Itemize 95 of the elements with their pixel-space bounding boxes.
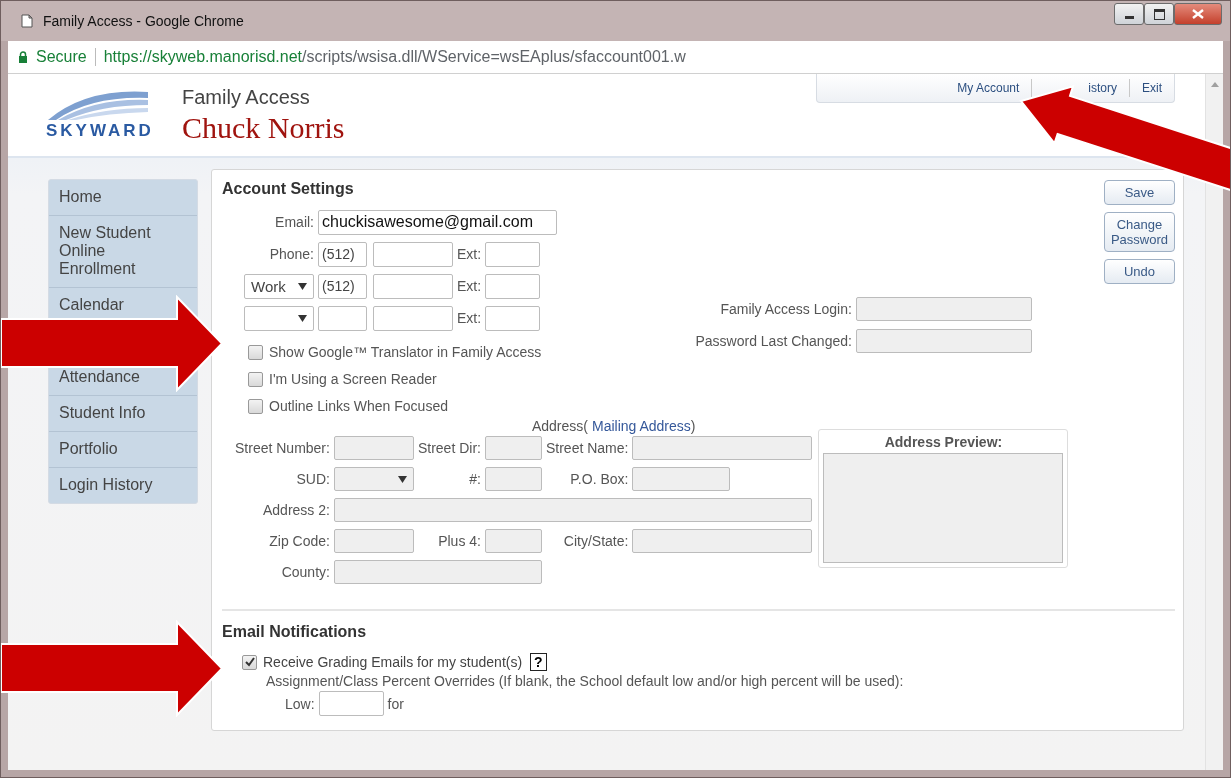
close-button[interactable] [1174, 3, 1222, 25]
field-label: Email: [274, 214, 314, 230]
input-field[interactable] [484, 529, 542, 553]
field-label: Family Access Login: [720, 301, 852, 317]
window-title: Family Access - Google Chrome [43, 13, 245, 29]
sidebar-link[interactable]: Attendance [59, 368, 140, 386]
field-label: Zip Code: [268, 533, 330, 549]
field-label: for [387, 695, 404, 712]
input-field[interactable] [484, 436, 542, 460]
checkbox[interactable] [242, 654, 257, 670]
url-text[interactable]: https://skyweb.manorisd.net/scripts/wsisa.dll/WService=wsEAplus/sfaccount001.w [103, 48, 686, 66]
input-field[interactable] [333, 498, 813, 522]
field-label: Street Number: [235, 440, 330, 456]
dropdown[interactable]: Work [244, 273, 314, 299]
action-button[interactable]: Change Password [1103, 212, 1175, 252]
area-code-field[interactable] [318, 305, 367, 331]
sidebar-link[interactable]: Login History [59, 476, 153, 494]
input-field[interactable] [333, 529, 414, 553]
app-name: Family Access [182, 86, 311, 109]
secure-label: Secure [36, 48, 87, 66]
checkbox[interactable] [248, 344, 263, 360]
dropdown[interactable] [333, 467, 414, 491]
caret-icon [397, 475, 407, 483]
checkbox[interactable] [248, 398, 263, 414]
section-title: Account Settings [222, 180, 355, 198]
read-only-field[interactable] [855, 297, 1032, 321]
sidebar-link[interactable]: New Student Online Enrollment [59, 224, 157, 278]
checkbox-label: I'm Using a Screen Reader [269, 371, 437, 387]
field-label: Phone: [268, 246, 314, 262]
email-field[interactable]: chuckisawesome@gmail.com [318, 209, 557, 235]
input-field[interactable] [484, 467, 542, 491]
percent-field[interactable] [318, 691, 384, 716]
sidebar-link[interactable]: Home [59, 188, 102, 206]
field-label: County: [280, 564, 330, 580]
section-label: Address [531, 418, 584, 434]
nav-link[interactable]: istory [1088, 81, 1117, 95]
user-name: Chuck Norris [182, 111, 345, 145]
close-icon [1192, 9, 1204, 19]
action-button[interactable]: Undo [1103, 259, 1175, 284]
field-label: P.O. Box: [569, 471, 629, 487]
caret-icon [298, 314, 307, 322]
checkbox-label: Show Google™ Translator in Family Access [269, 344, 542, 360]
checkbox-label: Outline Links When Focused [269, 398, 448, 414]
extension-field[interactable] [485, 273, 541, 299]
nav-link[interactable]: My Account [957, 81, 1020, 95]
phone-field[interactable] [373, 241, 453, 267]
checkbox[interactable] [248, 371, 263, 387]
scrollbar[interactable] [1205, 74, 1223, 770]
help-button[interactable]: ? [530, 653, 547, 671]
field-label: City/State: [562, 533, 629, 549]
minimize-button[interactable] [1114, 3, 1144, 25]
input-field[interactable] [632, 436, 813, 460]
area-code-field[interactable]: (512) [318, 241, 367, 267]
checkbox-label: Receive Grading Emails for my student(s) [263, 654, 523, 670]
preview-title: Address Preview: [883, 434, 1004, 450]
minimize-icon [1124, 16, 1134, 19]
scroll-up-icon [1210, 82, 1219, 87]
extension-field[interactable] [485, 241, 541, 267]
field-label: Ext: [457, 310, 482, 326]
maximize-button[interactable] [1144, 3, 1174, 25]
logo-text: SKYWARD [46, 121, 154, 141]
bracket: ) [690, 418, 696, 434]
field-label: Street Name: [545, 440, 629, 456]
extension-field[interactable] [485, 305, 541, 331]
nav-link[interactable]: Exit [1142, 81, 1162, 95]
sidebar-link[interactable]: Portfolio [59, 440, 118, 458]
field-label: SUD: [295, 471, 330, 487]
field-label: #: [468, 471, 481, 487]
input-field[interactable] [632, 467, 731, 491]
phone-field[interactable] [373, 273, 453, 299]
input-field[interactable] [333, 560, 542, 584]
field-label: Plus 4: [437, 533, 481, 549]
phone-field[interactable] [373, 305, 453, 331]
area-code-field[interactable]: (512) [318, 273, 367, 299]
override-note: Assignment/Class Percent Overrides (If blank, the School default low and/or high percent will be used): [266, 673, 905, 689]
lock-icon [18, 51, 28, 63]
field-label: Ext: [457, 246, 482, 262]
read-only-field[interactable] [855, 329, 1032, 353]
action-button[interactable]: Save [1103, 180, 1175, 205]
field-label: Password Last Changed: [695, 333, 852, 349]
sidebar-link[interactable]: Student Info [59, 404, 146, 422]
section-title: Email Notifications [222, 623, 368, 641]
maximize-icon [1153, 8, 1165, 20]
sidebar-link[interactable]: Calendar [59, 296, 124, 314]
page-icon [21, 14, 33, 28]
input-field[interactable] [333, 436, 414, 460]
dropdown[interactable] [244, 305, 314, 331]
field-label: Ext: [457, 278, 482, 294]
field-label: Low: [285, 695, 315, 712]
input-field[interactable] [632, 529, 813, 553]
caret-icon [298, 282, 307, 290]
field-label: Address 2: [262, 502, 330, 518]
bracket: ( [583, 418, 588, 434]
field-label: Street Dir: [417, 440, 481, 456]
mailing-address-link[interactable]: Mailing Address [592, 418, 691, 434]
